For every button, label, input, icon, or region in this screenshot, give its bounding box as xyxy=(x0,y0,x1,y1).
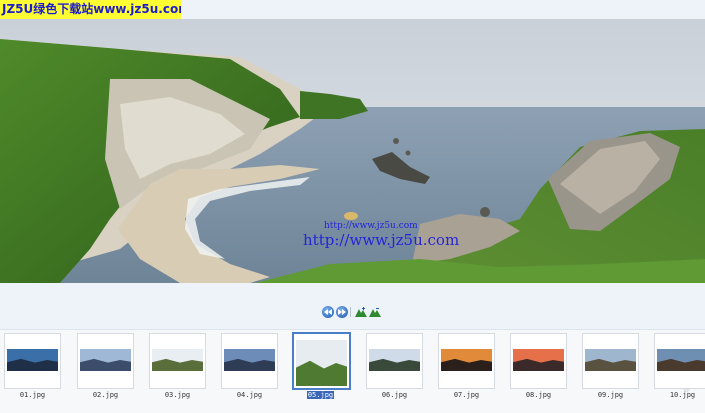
thumbnail-image xyxy=(513,349,564,371)
thumbnail-4[interactable] xyxy=(221,333,278,389)
thumbnail-label-text: 10.jpg xyxy=(669,391,696,399)
thumbnail-image xyxy=(657,349,705,371)
thumbnail-label: 05.jpg xyxy=(292,391,349,399)
thumbnail-label-text: 06.jpg xyxy=(381,391,408,399)
thumbnail-label: 10.jpg xyxy=(654,391,705,399)
thumbnail-label-text: 05.jpg xyxy=(306,391,335,399)
zoom-out-icon[interactable] xyxy=(369,306,381,318)
thumbnail-label-text: 09.jpg xyxy=(597,391,624,399)
thumbnail-image xyxy=(152,349,203,371)
thumbnail-6[interactable] xyxy=(366,333,423,389)
thumbnail-label-text: 07.jpg xyxy=(453,391,480,399)
watermark-large: http://www.jz5u.com xyxy=(303,231,460,249)
thumbnail-label: 09.jpg xyxy=(582,391,639,399)
viewer-controls xyxy=(0,306,705,320)
skip-back-icon[interactable] xyxy=(322,306,334,318)
thumbnail-image xyxy=(441,349,492,371)
thumbnail-1[interactable] xyxy=(4,333,61,389)
thumbnail-label: 01.jpg xyxy=(4,391,61,399)
thumbnail-strip: 01.jpg 02.jpg 03.jpg 04.jpg 05.jpg 06.jpg 07.j… xyxy=(0,329,705,413)
thumbnail-image xyxy=(369,349,420,371)
site-brand-label: JZ5U绿色下载站www.jz5u.com xyxy=(0,0,181,19)
thumbnail-image xyxy=(7,349,58,371)
zoom-in-icon[interactable] xyxy=(355,306,367,318)
top-bar: JZ5U绿色下载站www.jz5u.com xyxy=(0,0,705,19)
skip-forward-icon[interactable] xyxy=(336,306,348,318)
thumbnail-label-text: 08.jpg xyxy=(525,391,552,399)
thumbnail-label: 06.jpg xyxy=(366,391,423,399)
thumbnail-label: 02.jpg xyxy=(77,391,134,399)
thumbnail-label-text: 03.jpg xyxy=(164,391,191,399)
watermark-small: http://www.jz5u.com xyxy=(324,221,418,231)
thumbnail-10[interactable] xyxy=(654,333,705,389)
thumbnail-7[interactable] xyxy=(438,333,495,389)
thumbnail-label: 07.jpg xyxy=(438,391,495,399)
thumbnail-label: 03.jpg xyxy=(149,391,206,399)
thumbnail-label-text: 04.jpg xyxy=(236,391,263,399)
thumbnail-image xyxy=(585,349,636,371)
controls-divider xyxy=(350,307,351,317)
thumbnail-image xyxy=(224,349,275,371)
thumbnail-image xyxy=(296,340,347,386)
thumbnail-3[interactable] xyxy=(149,333,206,389)
thumbnail-5[interactable] xyxy=(292,332,351,390)
thumbnail-label: 08.jpg xyxy=(510,391,567,399)
thumbnail-2[interactable] xyxy=(77,333,134,389)
thumbnail-9[interactable] xyxy=(582,333,639,389)
thumbnail-label-text: 01.jpg xyxy=(19,391,46,399)
thumbnail-label-text: 02.jpg xyxy=(92,391,119,399)
thumbnail-label: 04.jpg xyxy=(221,391,278,399)
main-image-viewer[interactable]: http://www.jz5u.com http://www.jz5u.com xyxy=(0,19,705,283)
thumbnail-image xyxy=(80,349,131,371)
thumbnail-8[interactable] xyxy=(510,333,567,389)
